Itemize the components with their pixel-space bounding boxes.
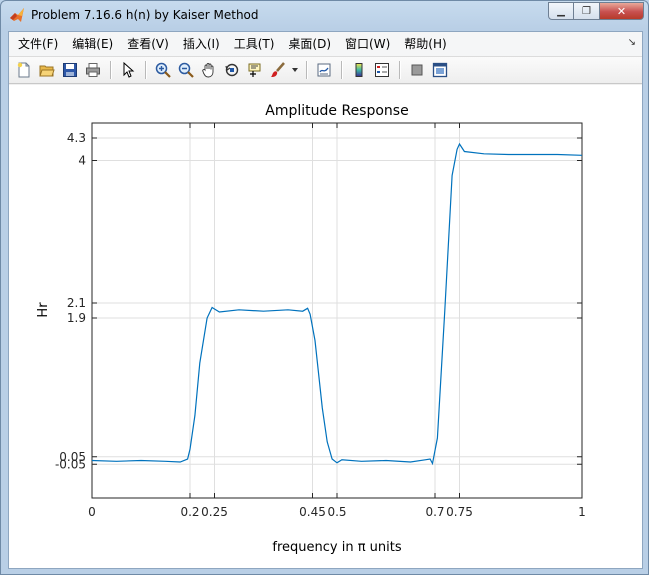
toolbar-separator <box>145 61 147 79</box>
toolbar-separator <box>110 61 112 79</box>
menu-insert[interactable]: 插入(I) <box>176 32 227 56</box>
menu-window[interactable]: 窗口(W) <box>338 32 397 56</box>
open-file-icon[interactable] <box>36 59 58 81</box>
toolbar-separator <box>306 61 308 79</box>
y-tick-labels: -0.050.051.92.144.3 <box>55 131 86 471</box>
menu-edit[interactable]: 编辑(E) <box>65 32 120 56</box>
menu-tools[interactable]: 工具(T) <box>227 32 282 56</box>
rotate-3d-icon[interactable] <box>221 59 243 81</box>
dock-figure-icon[interactable]: ↘ <box>628 37 636 48</box>
restore-button[interactable]: ❐ <box>574 2 600 20</box>
menu-file[interactable]: 文件(F) <box>9 32 65 56</box>
matlab-app-icon <box>10 8 24 22</box>
y-axis-label: Hr <box>36 302 51 318</box>
x-tick-labels: 0 0.2 0.25 0.45 0.5 0.7 0.75 1 <box>88 505 586 519</box>
save-icon[interactable] <box>59 59 81 81</box>
x-tick-label: 0.7 <box>425 505 444 519</box>
x-tick-label: 0.2 <box>180 505 199 519</box>
new-figure-icon[interactable] <box>13 59 35 81</box>
minimize-button[interactable]: ▁ <box>548 2 574 20</box>
menu-bar: 文件(F) 编辑(E) 查看(V) 插入(I) 工具(T) 桌面(D) 窗口(W… <box>9 32 642 56</box>
amplitude-response-chart: 0 0.2 0.25 0.45 0.5 0.7 0.75 1 -0.050.051.92.14… <box>36 103 586 555</box>
figure-window: Problem 7.16.6 h(n) by Kaiser Method ▁ ❐… <box>0 0 649 575</box>
menu-view[interactable]: 查看(V) <box>120 32 176 56</box>
x-tick-label: 0.45 <box>299 505 326 519</box>
x-tick-label: 1 <box>578 505 586 519</box>
print-icon[interactable] <box>82 59 104 81</box>
x-tick-label: 0.5 <box>327 505 346 519</box>
title-bar[interactable]: Problem 7.16.6 h(n) by Kaiser Method ▁ ❐… <box>1 1 648 31</box>
y-tick-label: 4.3 <box>67 131 86 145</box>
toolbar-separator <box>341 61 343 79</box>
legend-icon[interactable] <box>371 59 393 81</box>
link-plot-icon[interactable] <box>313 59 335 81</box>
x-tick-label: 0.75 <box>446 505 473 519</box>
menu-help[interactable]: 帮助(H) <box>397 32 453 56</box>
chart-title: Amplitude Response <box>265 103 408 119</box>
figure-canvas[interactable]: 0 0.2 0.25 0.45 0.5 0.7 0.75 1 -0.05 0.05 1.9 2.1 4… <box>9 85 642 568</box>
y-tick-label: 2.1 <box>67 296 86 310</box>
zoom-out-icon[interactable] <box>175 59 197 81</box>
menu-desktop[interactable]: 桌面(D) <box>281 32 338 56</box>
y-tick-label: 1.9 <box>67 311 86 325</box>
pan-icon[interactable] <box>198 59 220 81</box>
x-tick-label: 0.25 <box>201 505 228 519</box>
figure-toolbar <box>9 56 642 84</box>
brush-icon[interactable] <box>267 59 289 81</box>
zoom-in-icon[interactable] <box>152 59 174 81</box>
data-cursor-icon[interactable] <box>244 59 266 81</box>
window-controls: ▁ ❐ ✕ <box>548 2 644 20</box>
window-client-area: 文件(F) 编辑(E) 查看(V) 插入(I) 工具(T) 桌面(D) 窗口(W… <box>8 31 643 569</box>
y-tick-label: 4 <box>78 154 86 168</box>
x-tick-label: 0 <box>88 505 96 519</box>
hide-plot-tools-icon[interactable] <box>406 59 428 81</box>
window-title: Problem 7.16.6 h(n) by Kaiser Method <box>31 8 259 22</box>
y-tick-label: 0.05 <box>59 450 86 464</box>
close-button[interactable]: ✕ <box>600 2 644 20</box>
colorbar-icon[interactable] <box>348 59 370 81</box>
pointer-icon[interactable] <box>117 59 139 81</box>
x-axis-label: frequency in π units <box>272 540 401 555</box>
show-plot-tools-icon[interactable] <box>429 59 451 81</box>
toolbar-separator <box>399 61 401 79</box>
brush-dropdown-icon[interactable] <box>290 59 300 81</box>
